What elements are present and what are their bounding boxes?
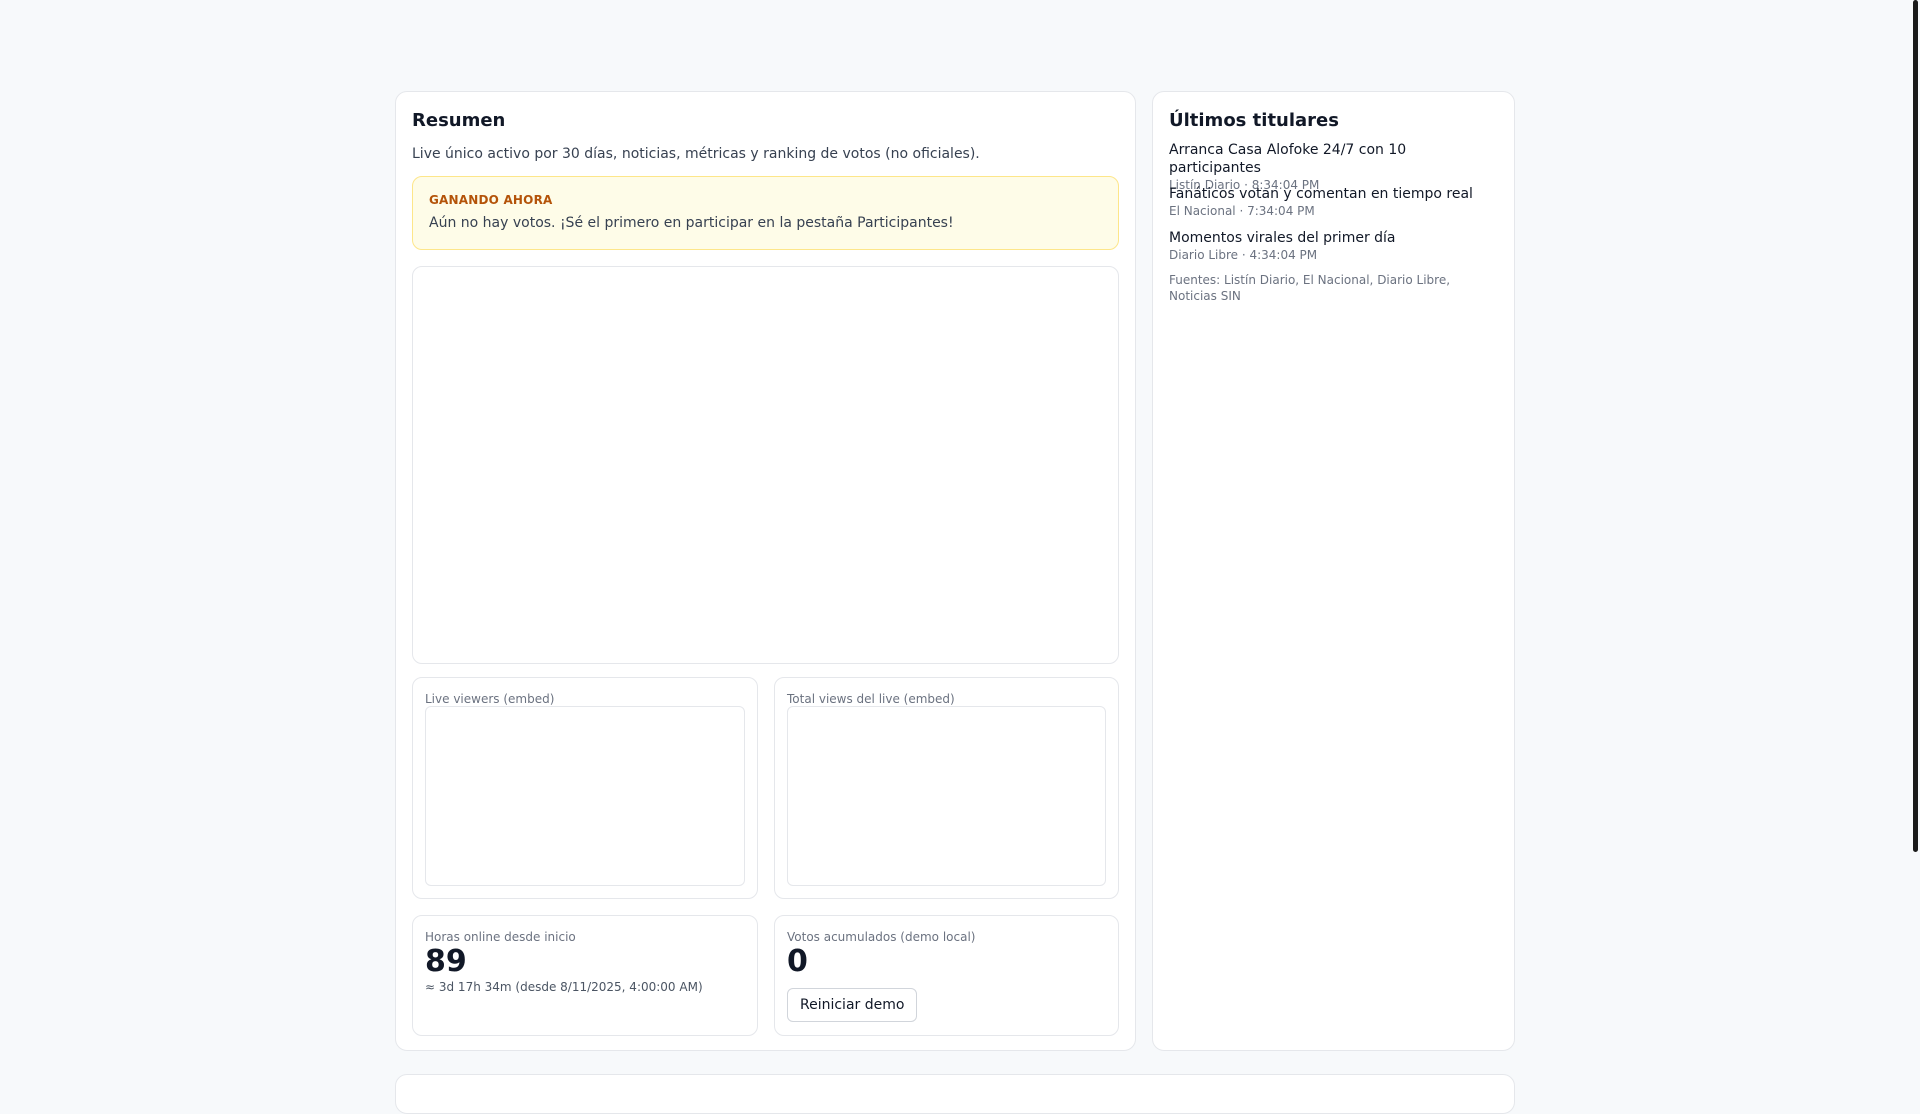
summary-panel: Resumen Live único activo por 30 días, n… (395, 91, 1136, 1051)
total-views-label: Total views del live (embed) (787, 692, 955, 706)
headline-item[interactable]: Momentos virales del primer día Diario L… (1169, 229, 1499, 263)
hours-online-note: ≈ 3d 17h 34m (desde 8/11/2025, 4:00:00 A… (425, 980, 703, 994)
total-views-card: Total views del live (embed) (774, 677, 1119, 899)
live-viewers-label: Live viewers (embed) (425, 692, 555, 706)
hours-online-card: Horas online desde inicio 89 ≈ 3d 17h 34… (412, 915, 758, 1036)
reset-demo-button[interactable]: Reiniciar demo (787, 988, 918, 1022)
votes-label: Votos acumulados (demo local) (787, 930, 976, 944)
page-scrollbar-thumb[interactable] (1913, 0, 1918, 852)
winner-label: GANANDO AHORA (429, 193, 553, 207)
headline-meta: Diario Libre · 4:34:04 PM (1169, 248, 1318, 262)
summary-title: Resumen (412, 110, 506, 131)
votes-card: Votos acumulados (demo local) 0 Reinicia… (774, 915, 1119, 1036)
headline-title[interactable]: Arranca Casa Alofoke 24/7 con 10 partici… (1169, 141, 1499, 177)
winner-text: Aún no hay votos. ¡Sé el primero en part… (429, 215, 954, 231)
headline-title[interactable]: Momentos virales del primer día (1169, 229, 1499, 247)
headlines-panel: Últimos titulares Arranca Casa Alofoke 2… (1152, 91, 1515, 1051)
headline-item[interactable]: Fanáticos votan y comentan en tiempo rea… (1169, 185, 1499, 219)
headline-title[interactable]: Fanáticos votan y comentan en tiempo rea… (1169, 185, 1499, 203)
headline-meta: El Nacional · 7:34:04 PM (1169, 204, 1315, 218)
live-viewers-card: Live viewers (embed) (412, 677, 758, 899)
hours-online-value: 89 (425, 944, 467, 979)
live-embed[interactable] (412, 266, 1119, 664)
winner-banner: GANANDO AHORA Aún no hay votos. ¡Sé el p… (412, 176, 1119, 250)
headlines-title: Últimos titulares (1169, 110, 1339, 131)
votes-value: 0 (787, 944, 808, 979)
live-viewers-embed[interactable] (425, 706, 745, 886)
total-views-embed[interactable] (787, 706, 1106, 886)
headline-sources: Fuentes: Listín Diario, El Nacional, Dia… (1169, 273, 1451, 303)
hours-online-label: Horas online desde inicio (425, 930, 576, 944)
summary-subtitle: Live único activo por 30 días, noticias,… (412, 146, 980, 162)
next-section-card (395, 1074, 1515, 1114)
